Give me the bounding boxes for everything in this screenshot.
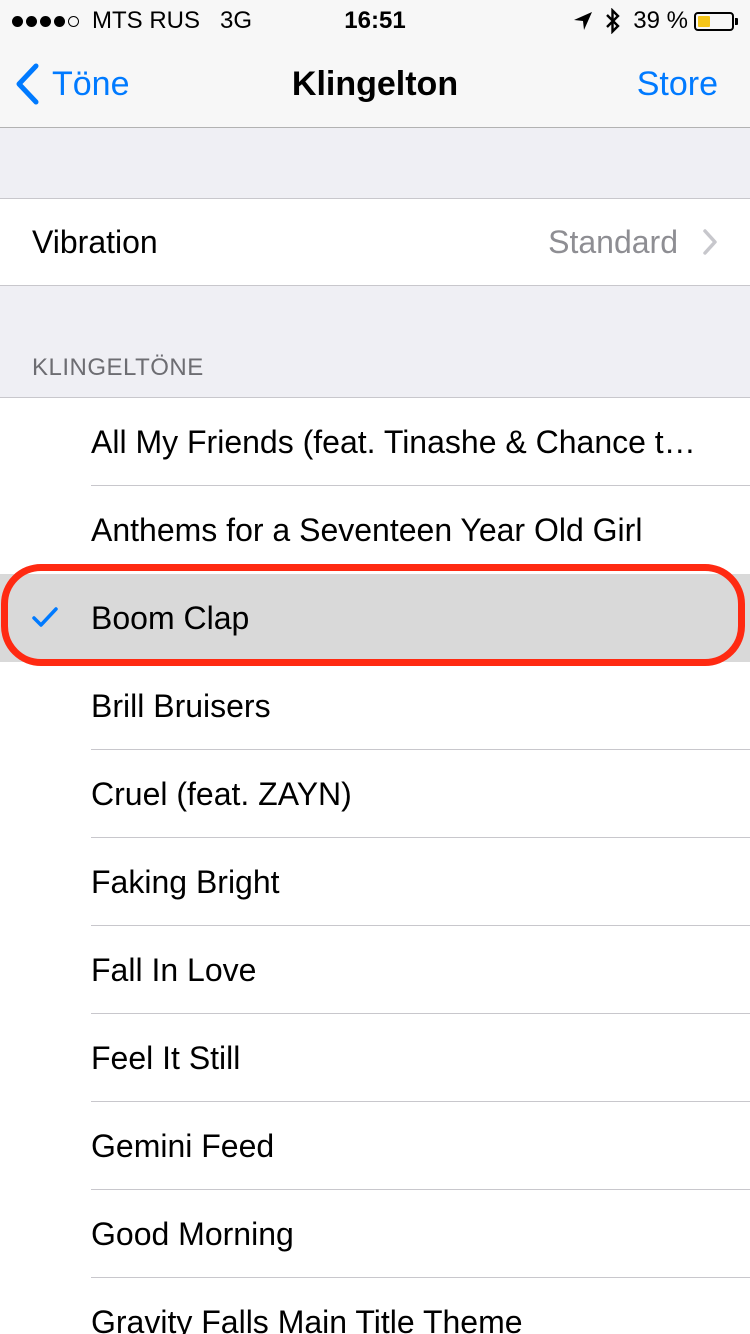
vibration-setting-row[interactable]: Vibration Standard xyxy=(0,198,750,286)
vibration-label: Vibration xyxy=(32,223,158,260)
ringtone-name: Gemini Feed xyxy=(91,1128,275,1164)
ringtone-name: Faking Bright xyxy=(91,864,280,900)
battery-percentage: 39 % xyxy=(633,7,688,34)
chevron-left-icon xyxy=(16,63,39,105)
chevron-right-icon xyxy=(703,229,717,255)
ringtone-name: Fall In Love xyxy=(91,952,257,988)
ringtone-name: Boom Clap xyxy=(91,600,250,636)
ringtone-row[interactable]: Brill Bruisers xyxy=(0,662,750,750)
location-arrow-icon xyxy=(573,11,593,31)
ringtone-row[interactable]: Anthems for a Seventeen Year Old Girl xyxy=(0,486,750,574)
back-button-label: Töne xyxy=(52,64,130,103)
status-right: 39 % xyxy=(573,7,738,35)
ringtone-row[interactable]: Good Morning xyxy=(0,1190,750,1278)
status-bar: MTS RUS 3G 16:51 39 % xyxy=(0,0,750,40)
ringtone-name: Feel It Still xyxy=(91,1040,241,1076)
vibration-value: Standard xyxy=(548,223,678,260)
ringtone-name: Brill Bruisers xyxy=(91,688,271,724)
ringtone-name: All My Friends (feat. Tinashe & Chance t… xyxy=(91,424,710,460)
checkmark-icon xyxy=(32,607,58,627)
ringtone-name: Cruel (feat. ZAYN) xyxy=(91,776,352,812)
ringtone-row[interactable]: Cruel (feat. ZAYN) xyxy=(0,750,750,838)
ringtone-name: Anthems for a Seventeen Year Old Girl xyxy=(91,512,643,548)
ringtone-row[interactable]: Gemini Feed xyxy=(0,1102,750,1190)
battery-level-fill xyxy=(698,15,710,27)
bluetooth-icon xyxy=(605,8,621,34)
ringtone-row[interactable]: Gravity Falls Main Title Theme xyxy=(0,1278,750,1334)
battery-cap xyxy=(735,17,738,25)
ringtones-section-header: KLINGELTÖNE xyxy=(32,354,204,381)
store-button[interactable]: Store xyxy=(637,40,718,128)
ringtone-name: Good Morning xyxy=(91,1216,294,1252)
battery-body xyxy=(694,11,734,31)
ringtone-settings-screen: MTS RUS 3G 16:51 39 % Töne Klingelton St… xyxy=(0,0,750,1334)
ringtone-row[interactable]: All My Friends (feat. Tinashe & Chance t… xyxy=(0,398,750,486)
battery-icon xyxy=(694,11,738,31)
ringtone-row[interactable]: Feel It Still xyxy=(0,1014,750,1102)
ringtone-row[interactable]: Boom Clap xyxy=(0,574,750,662)
ringtone-row[interactable]: Fall In Love xyxy=(0,926,750,1014)
ringtone-row[interactable]: Faking Bright xyxy=(0,838,750,926)
navigation-bar: Töne Klingelton Store xyxy=(0,40,750,128)
ringtone-name: Gravity Falls Main Title Theme xyxy=(91,1304,523,1334)
back-button[interactable]: Töne xyxy=(14,40,130,128)
ringtone-list: All My Friends (feat. Tinashe & Chance t… xyxy=(0,397,750,1334)
